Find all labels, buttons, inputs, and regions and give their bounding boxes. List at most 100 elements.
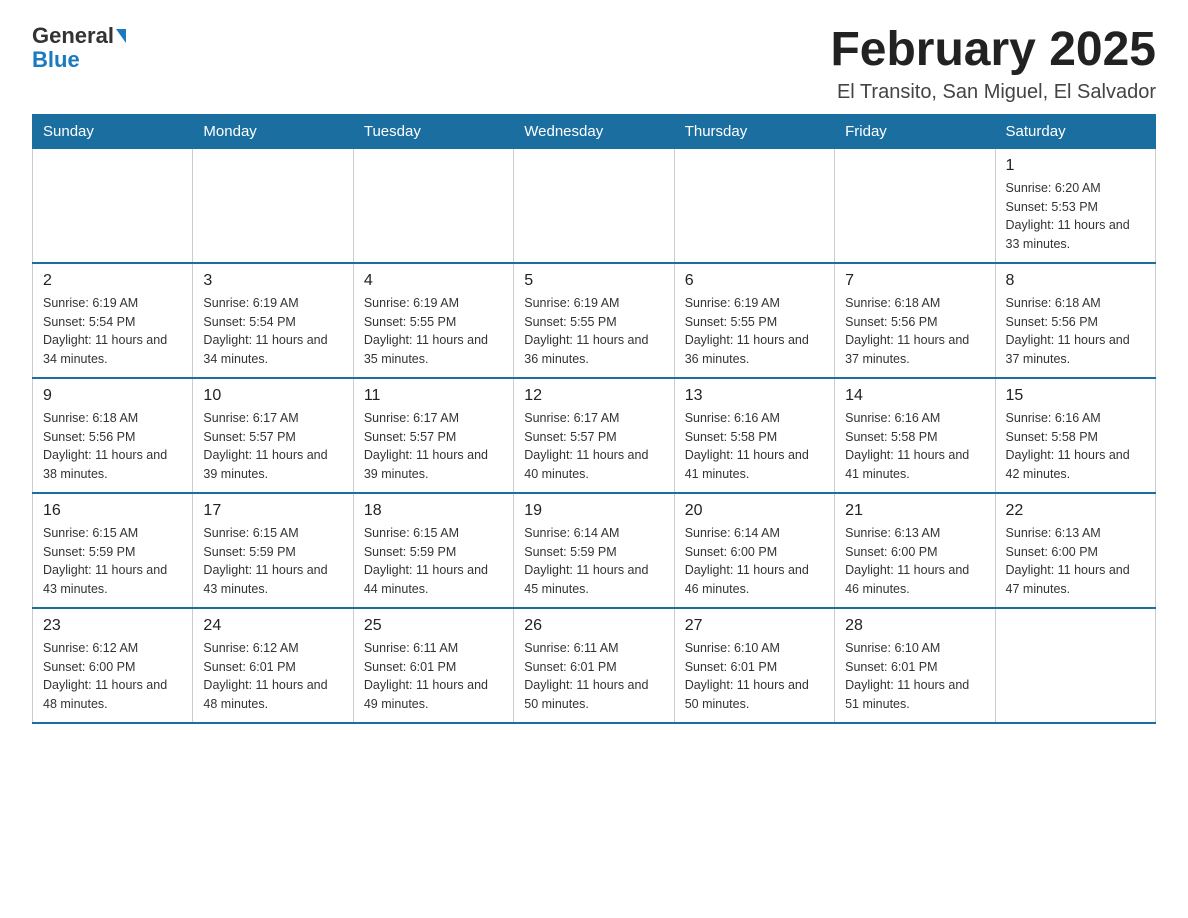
- weekday-header-thursday: Thursday: [674, 114, 834, 148]
- weekday-header-tuesday: Tuesday: [353, 114, 513, 148]
- day-info: Sunrise: 6:16 AM Sunset: 5:58 PM Dayligh…: [1006, 409, 1145, 484]
- calendar-cell: [674, 148, 834, 263]
- day-info: Sunrise: 6:11 AM Sunset: 6:01 PM Dayligh…: [524, 639, 663, 714]
- calendar-cell: 26Sunrise: 6:11 AM Sunset: 6:01 PM Dayli…: [514, 608, 674, 723]
- day-info: Sunrise: 6:18 AM Sunset: 5:56 PM Dayligh…: [43, 409, 182, 484]
- calendar-cell: 19 Sunrise: 6:14 AM Sunset: 5:59 PM Dayli…: [514, 493, 674, 608]
- logo-text-general: General: [32, 24, 114, 48]
- day-info: Sunrise: 6:14 AM Sunset: 5:59 PM Dayligh…: [524, 524, 663, 599]
- weekday-header-monday: Monday: [193, 114, 353, 148]
- day-number: 7: [845, 272, 984, 290]
- day-info: Sunrise: 6:17 AM Sunset: 5:57 PM Dayligh…: [364, 409, 503, 484]
- day-info: Sunrise: 6:15 AM Sunset: 5:59 PM Dayligh…: [43, 524, 182, 599]
- day-info: Sunrise: 6:16 AM Sunset: 5:58 PM Dayligh…: [845, 409, 984, 484]
- day-number: 24: [203, 617, 342, 635]
- page-header: General Blue February 2025 El Transito, …: [32, 24, 1156, 104]
- day-info: Sunrise: 6:15 AM Sunset: 5:59 PM Dayligh…: [364, 524, 503, 599]
- day-number: 19: [524, 502, 663, 520]
- calendar-cell: 2 Sunrise: 6:19 AM Sunset: 5:54 PM Daylig…: [33, 263, 193, 378]
- day-number: 9: [43, 387, 182, 405]
- calendar-cell: [995, 608, 1155, 723]
- day-number: 1: [1006, 157, 1145, 175]
- day-info: Sunrise: 6:11 AM Sunset: 6:01 PM Dayligh…: [364, 639, 503, 714]
- calendar-cell: 5 Sunrise: 6:19 AM Sunset: 5:55 PM Daylig…: [514, 263, 674, 378]
- calendar-cell: 22Sunrise: 6:13 AM Sunset: 6:00 PM Dayli…: [995, 493, 1155, 608]
- calendar-cell: 25 Sunrise: 6:11 AM Sunset: 6:01 PM Dayli…: [353, 608, 513, 723]
- calendar-cell: 9 Sunrise: 6:18 AM Sunset: 5:56 PM Daylig…: [33, 378, 193, 493]
- calendar-cell: 13Sunrise: 6:16 AM Sunset: 5:58 PM Dayli…: [674, 378, 834, 493]
- calendar-cell: 12 Sunrise: 6:17 AM Sunset: 5:57 PM Dayli…: [514, 378, 674, 493]
- day-info: Sunrise: 6:19 AM Sunset: 5:54 PM Dayligh…: [203, 294, 342, 369]
- calendar-cell: [353, 148, 513, 263]
- calendar-cell: 28Sunrise: 6:10 AM Sunset: 6:01 PM Dayli…: [835, 608, 995, 723]
- day-number: 16: [43, 502, 182, 520]
- calendar-body: 1Sunrise: 6:20 AM Sunset: 5:53 PM Daylig…: [33, 148, 1156, 723]
- day-info: Sunrise: 6:14 AM Sunset: 6:00 PM Dayligh…: [685, 524, 824, 599]
- day-number: 2: [43, 272, 182, 290]
- weekday-header-sunday: Sunday: [33, 114, 193, 148]
- calendar-cell: 10 Sunrise: 6:17 AM Sunset: 5:57 PM Dayli…: [193, 378, 353, 493]
- title-block: February 2025 El Transito, San Miguel, E…: [830, 24, 1156, 104]
- day-number: 10: [203, 387, 342, 405]
- day-number: 21: [845, 502, 984, 520]
- weekday-header-friday: Friday: [835, 114, 995, 148]
- day-info: Sunrise: 6:19 AM Sunset: 5:55 PM Dayligh…: [524, 294, 663, 369]
- calendar-cell: 11 Sunrise: 6:17 AM Sunset: 5:57 PM Dayli…: [353, 378, 513, 493]
- calendar-table: SundayMondayTuesdayWednesdayThursdayFrid…: [32, 114, 1156, 724]
- day-number: 15: [1006, 387, 1145, 405]
- day-number: 23: [43, 617, 182, 635]
- calendar-cell: 21 Sunrise: 6:13 AM Sunset: 6:00 PM Dayli…: [835, 493, 995, 608]
- day-number: 13: [685, 387, 824, 405]
- page-subtitle: El Transito, San Miguel, El Salvador: [830, 81, 1156, 104]
- day-info: Sunrise: 6:15 AM Sunset: 5:59 PM Dayligh…: [203, 524, 342, 599]
- day-number: 11: [364, 387, 503, 405]
- calendar-cell: 17Sunrise: 6:15 AM Sunset: 5:59 PM Dayli…: [193, 493, 353, 608]
- day-number: 12: [524, 387, 663, 405]
- logo-arrow-icon: [116, 29, 126, 43]
- calendar-cell: 18 Sunrise: 6:15 AM Sunset: 5:59 PM Dayli…: [353, 493, 513, 608]
- calendar-cell: 24Sunrise: 6:12 AM Sunset: 6:01 PM Dayli…: [193, 608, 353, 723]
- day-info: Sunrise: 6:13 AM Sunset: 6:00 PM Dayligh…: [845, 524, 984, 599]
- day-info: Sunrise: 6:13 AM Sunset: 6:00 PM Dayligh…: [1006, 524, 1145, 599]
- calendar-cell: 14 Sunrise: 6:16 AM Sunset: 5:58 PM Dayli…: [835, 378, 995, 493]
- calendar-cell: [33, 148, 193, 263]
- calendar-cell: 3Sunrise: 6:19 AM Sunset: 5:54 PM Daylig…: [193, 263, 353, 378]
- day-number: 4: [364, 272, 503, 290]
- calendar-cell: [514, 148, 674, 263]
- calendar-week-1: 1Sunrise: 6:20 AM Sunset: 5:53 PM Daylig…: [33, 148, 1156, 263]
- day-number: 27: [685, 617, 824, 635]
- weekday-header-wednesday: Wednesday: [514, 114, 674, 148]
- calendar-cell: 6Sunrise: 6:19 AM Sunset: 5:55 PM Daylig…: [674, 263, 834, 378]
- day-info: Sunrise: 6:19 AM Sunset: 5:55 PM Dayligh…: [364, 294, 503, 369]
- calendar-week-3: 9 Sunrise: 6:18 AM Sunset: 5:56 PM Daylig…: [33, 378, 1156, 493]
- calendar-week-5: 23 Sunrise: 6:12 AM Sunset: 6:00 PM Dayli…: [33, 608, 1156, 723]
- day-number: 8: [1006, 272, 1145, 290]
- calendar-week-4: 16 Sunrise: 6:15 AM Sunset: 5:59 PM Dayli…: [33, 493, 1156, 608]
- page-title: February 2025: [830, 24, 1156, 77]
- calendar-cell: 16 Sunrise: 6:15 AM Sunset: 5:59 PM Dayli…: [33, 493, 193, 608]
- calendar-cell: 1Sunrise: 6:20 AM Sunset: 5:53 PM Daylig…: [995, 148, 1155, 263]
- calendar-cell: [835, 148, 995, 263]
- day-info: Sunrise: 6:19 AM Sunset: 5:55 PM Dayligh…: [685, 294, 824, 369]
- day-number: 14: [845, 387, 984, 405]
- day-info: Sunrise: 6:19 AM Sunset: 5:54 PM Dayligh…: [43, 294, 182, 369]
- day-number: 5: [524, 272, 663, 290]
- calendar-cell: 23 Sunrise: 6:12 AM Sunset: 6:00 PM Dayli…: [33, 608, 193, 723]
- day-info: Sunrise: 6:12 AM Sunset: 6:00 PM Dayligh…: [43, 639, 182, 714]
- calendar-cell: [193, 148, 353, 263]
- calendar-cell: 15 Sunrise: 6:16 AM Sunset: 5:58 PM Dayli…: [995, 378, 1155, 493]
- day-info: Sunrise: 6:18 AM Sunset: 5:56 PM Dayligh…: [845, 294, 984, 369]
- weekday-header-row: SundayMondayTuesdayWednesdayThursdayFrid…: [33, 114, 1156, 148]
- logo: General Blue: [32, 24, 126, 72]
- calendar-cell: 20Sunrise: 6:14 AM Sunset: 6:00 PM Dayli…: [674, 493, 834, 608]
- day-number: 18: [364, 502, 503, 520]
- calendar-cell: 7 Sunrise: 6:18 AM Sunset: 5:56 PM Daylig…: [835, 263, 995, 378]
- day-info: Sunrise: 6:10 AM Sunset: 6:01 PM Dayligh…: [685, 639, 824, 714]
- calendar-week-2: 2 Sunrise: 6:19 AM Sunset: 5:54 PM Daylig…: [33, 263, 1156, 378]
- day-info: Sunrise: 6:17 AM Sunset: 5:57 PM Dayligh…: [203, 409, 342, 484]
- day-info: Sunrise: 6:10 AM Sunset: 6:01 PM Dayligh…: [845, 639, 984, 714]
- day-number: 25: [364, 617, 503, 635]
- calendar-cell: 4 Sunrise: 6:19 AM Sunset: 5:55 PM Daylig…: [353, 263, 513, 378]
- calendar-header: SundayMondayTuesdayWednesdayThursdayFrid…: [33, 114, 1156, 148]
- day-info: Sunrise: 6:17 AM Sunset: 5:57 PM Dayligh…: [524, 409, 663, 484]
